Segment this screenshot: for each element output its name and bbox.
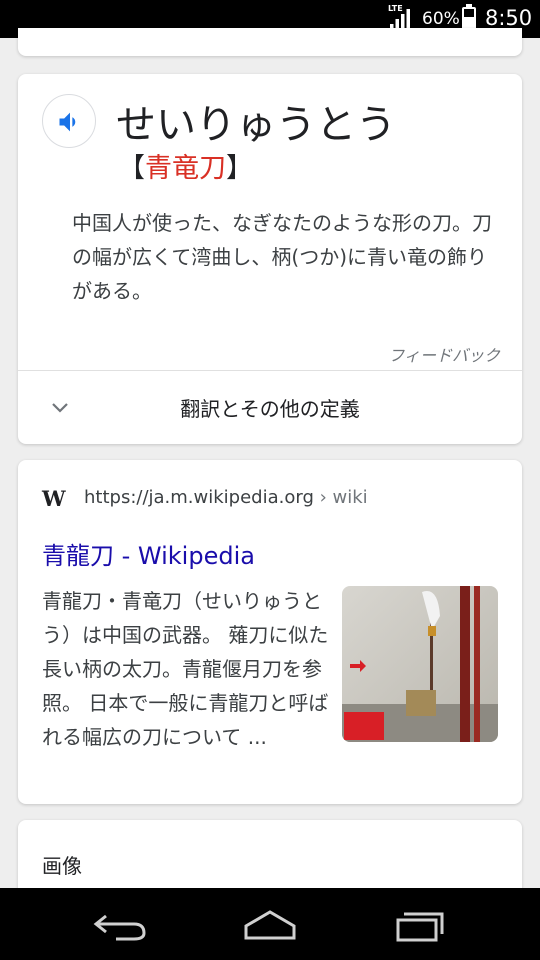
result-snippet: 青龍刀・青竜刀（せいりゅうとう）は中国の武器。 薙刀に似た長い柄の太刀。青龍偃月…: [42, 589, 329, 749]
navigation-bar: [0, 888, 540, 960]
result-title-link[interactable]: 青龍刀 - Wikipedia: [42, 536, 255, 571]
recents-icon[interactable]: [390, 906, 450, 942]
back-icon[interactable]: [90, 906, 150, 942]
wikipedia-result-card[interactable]: W https://ja.m.wikipedia.org › wiki 青龍刀 …: [18, 460, 522, 804]
previous-card-edge: [18, 28, 522, 56]
word-kanji: 【青竜刀】: [118, 146, 253, 185]
expander-label: 翻訳とその他の定義: [180, 397, 360, 421]
images-section-title: 画像: [42, 854, 82, 878]
dictionary-card: せいりゅうとう 【青竜刀】 中国人が使った、なぎなたのような形の刀。刀の幅が広く…: [18, 74, 522, 444]
pronunciation-button[interactable]: [42, 94, 96, 148]
result-url: https://ja.m.wikipedia.org › wiki: [84, 487, 368, 508]
clock: 8:50: [485, 6, 533, 30]
definition-text: 中国人が使った、なぎなたのような形の刀。刀の幅が広くて湾曲し、柄(つか)に青い竜…: [72, 211, 492, 303]
result-url-domain: https://ja.m.wikipedia.org: [84, 487, 314, 508]
speaker-icon: [59, 112, 76, 132]
thumbnail-image: [342, 586, 498, 742]
translations-expander[interactable]: 翻訳とその他の定義: [18, 371, 522, 444]
wikipedia-logo-icon: W: [42, 486, 66, 511]
kanji-close-bracket: 】: [226, 153, 253, 184]
kanji-text: 青竜刀: [145, 153, 226, 184]
kanji-open-bracket: 【: [118, 153, 145, 184]
result-thumbnail[interactable]: [342, 586, 498, 742]
feedback-link[interactable]: フィードバック: [388, 342, 500, 366]
result-url-crumb: › wiki: [313, 487, 368, 508]
home-icon[interactable]: [240, 906, 300, 942]
word-reading: せいりゅうとう: [116, 102, 396, 148]
battery-percent: 60%: [422, 9, 460, 29]
